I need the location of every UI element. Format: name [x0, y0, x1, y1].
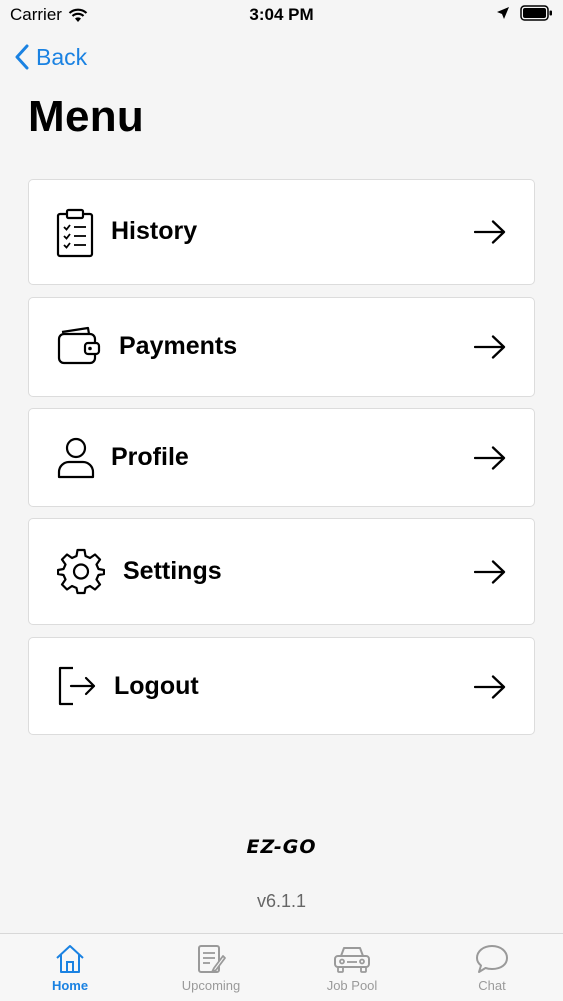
status-bar: Carrier 3:04 PM: [0, 0, 563, 30]
tab-chat[interactable]: Chat: [422, 934, 562, 1001]
tab-label: Upcoming: [181, 978, 241, 993]
gear-icon: [57, 548, 105, 595]
arrow-right-icon: [474, 335, 506, 359]
car-icon: [334, 947, 370, 973]
menu-item-history[interactable]: History: [28, 179, 535, 285]
person-icon: [57, 437, 95, 479]
menu-item-profile[interactable]: Profile: [28, 408, 535, 507]
notepad-icon: [198, 945, 226, 973]
wallet-icon: [57, 326, 101, 365]
tab-label: Home: [51, 978, 89, 993]
menu-item-settings[interactable]: Settings: [28, 518, 535, 625]
menu-item-payments[interactable]: Payments: [28, 297, 535, 397]
arrow-right-icon: [474, 675, 506, 699]
location-arrow-icon: [497, 7, 509, 19]
arrow-right-icon: [474, 220, 506, 244]
ez-go-logo: EZ-GO: [246, 836, 317, 858]
menu-item-label: Logout: [114, 672, 199, 700]
tab-upcoming[interactable]: Upcoming: [141, 934, 281, 1001]
tab-label: Job Pool: [326, 978, 378, 993]
back-label: Back: [36, 43, 88, 70]
tab-label: Chat: [478, 978, 506, 993]
app-version: v6.1.1: [256, 891, 307, 911]
menu-item-label: Payments: [119, 332, 238, 360]
back-button[interactable]: Back: [14, 40, 87, 74]
arrow-right-icon: [474, 446, 506, 470]
battery-icon: [520, 5, 552, 21]
tab-home[interactable]: Home: [0, 934, 140, 1001]
menu-item-label: History: [111, 217, 198, 245]
menu-item-logout[interactable]: Logout: [28, 637, 535, 735]
tab-bar: Home Upcoming Job Pool Chat: [0, 933, 563, 1001]
clipboard-checklist-icon: [56, 208, 94, 258]
arrow-right-icon: [474, 560, 506, 584]
tab-job-pool[interactable]: Job Pool: [282, 934, 422, 1001]
status-time: 3:04 PM: [249, 5, 314, 24]
menu-item-label: Profile: [111, 443, 189, 471]
home-icon: [56, 945, 84, 973]
menu-item-label: Settings: [123, 557, 222, 585]
chat-bubble-icon: [476, 945, 508, 973]
chevron-left-icon: [15, 44, 29, 70]
status-indicators: [496, 5, 553, 21]
logout-icon: [58, 666, 96, 706]
page-title: Menu: [28, 92, 145, 141]
